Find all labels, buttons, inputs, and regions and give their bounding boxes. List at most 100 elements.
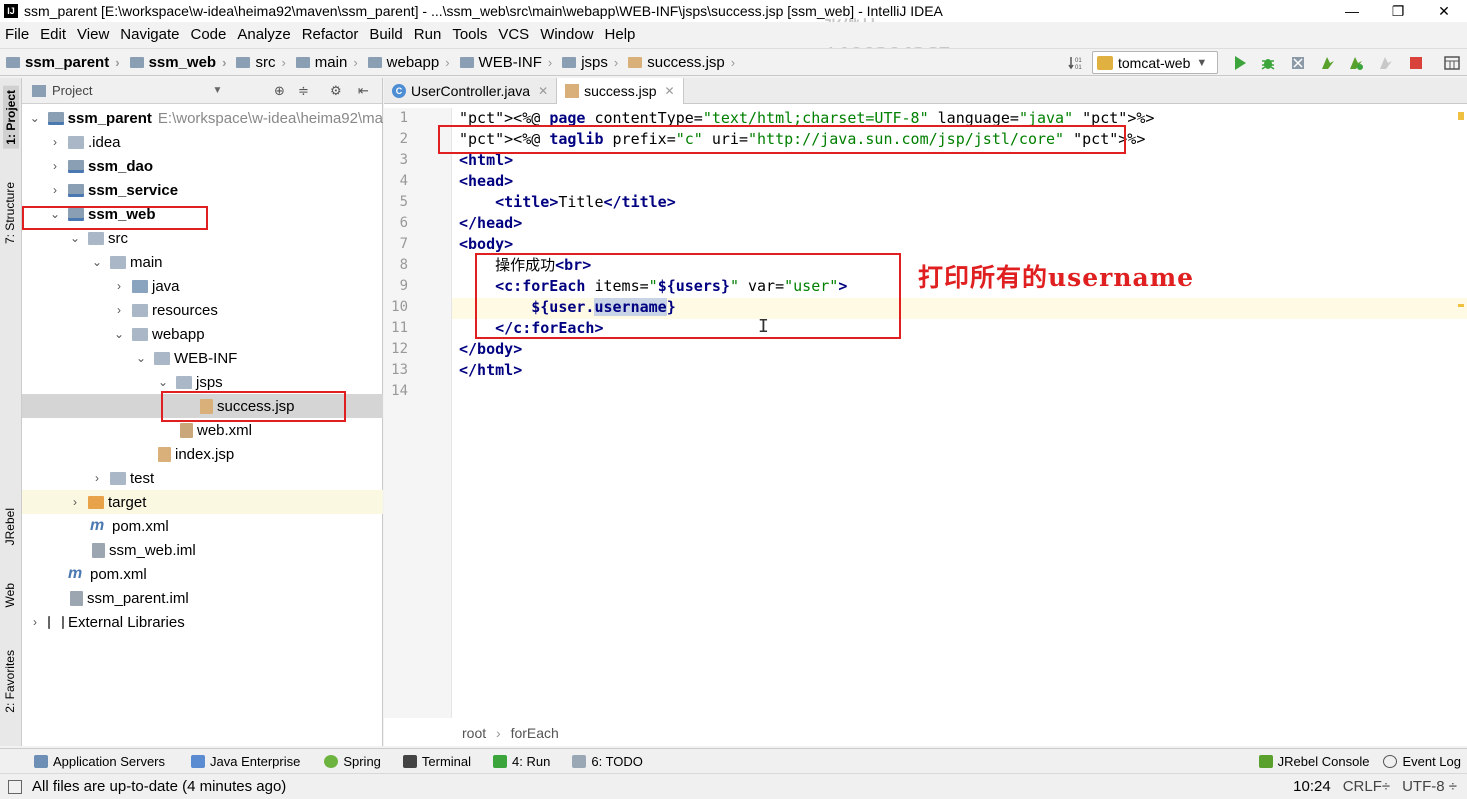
chevron-right-icon[interactable]: ›	[28, 615, 42, 629]
tree-item-resources[interactable]: › resources	[22, 298, 383, 322]
toggle-tool-windows-icon[interactable]	[8, 779, 22, 794]
gear-icon[interactable]: ⚙	[330, 83, 342, 99]
application-servers-button[interactable]: Application Servers	[34, 754, 165, 769]
tree-item-main[interactable]: ⌄ main	[22, 250, 383, 274]
chevron-down-icon[interactable]: ▼	[212, 85, 222, 96]
chevron-down-icon[interactable]: ⌄	[68, 231, 82, 245]
jrebel-tool-tab[interactable]: JRebel	[3, 508, 17, 545]
tree-item-target[interactable]: › target	[22, 490, 383, 514]
project-tool-tab[interactable]: 1: Project	[3, 86, 19, 149]
menu-window[interactable]: Window	[535, 26, 599, 43]
collapse-all-icon[interactable]: ≑	[298, 83, 309, 99]
menu-analyze[interactable]: Analyze	[232, 26, 296, 43]
jsp-file-icon	[158, 446, 171, 462]
warning-marker[interactable]	[1458, 304, 1464, 307]
project-panel-title[interactable]: Project	[52, 83, 92, 98]
module-icon	[68, 183, 84, 197]
debug-icon[interactable]	[1260, 55, 1276, 71]
menu-edit[interactable]: Edit	[35, 26, 72, 43]
chevron-down-icon[interactable]: ⌄	[90, 255, 104, 269]
run-configuration-select[interactable]: tomcat-web ▼	[1092, 51, 1218, 74]
maximize-button[interactable]: ❐	[1375, 0, 1421, 22]
file-encoding[interactable]: UTF-8 ÷	[1402, 778, 1457, 795]
menu-run[interactable]: Run	[409, 26, 448, 43]
tree-item-web-inf[interactable]: ⌄ WEB-INF	[22, 346, 383, 370]
jrebel-debug-icon[interactable]	[1348, 55, 1364, 71]
scroll-from-source-icon[interactable]: ⊕	[274, 83, 285, 99]
close-icon[interactable]: ✕	[664, 84, 674, 98]
tree-item-pom-xml[interactable]: m pom.xml	[22, 514, 383, 538]
chevron-down-icon[interactable]: ⌄	[134, 351, 148, 365]
chevron-right-icon[interactable]: ›	[90, 471, 104, 485]
coverage-icon[interactable]	[1290, 55, 1306, 71]
breadcrumb-web-inf[interactable]: WEB-INF ›	[454, 54, 557, 71]
tree-item-label: jsps	[196, 373, 223, 391]
chevron-down-icon[interactable]: ⌄	[28, 111, 42, 125]
menu-code[interactable]: Code	[185, 26, 232, 43]
breadcrumb-main[interactable]: main ›	[290, 54, 362, 71]
menu-help[interactable]: Help	[600, 26, 642, 43]
breadcrumb-webapp[interactable]: webapp ›	[362, 54, 454, 71]
tab-success-jsp[interactable]: success.jsp ✕	[557, 78, 684, 104]
tree-item-ssm-web-iml[interactable]: ssm_web.iml	[22, 538, 383, 562]
tree-item-ssm-parent[interactable]: ⌄ ssm_parent E:\workspace\w-idea\heima92\m…	[22, 106, 383, 130]
menu-refactor[interactable]: Refactor	[297, 26, 365, 43]
tree-item-ssm-dao[interactable]: › ssm_dao	[22, 154, 383, 178]
event-log-button[interactable]: Event Log	[1383, 754, 1461, 769]
hide-panel-icon[interactable]: ⇤	[358, 83, 369, 99]
jrebel-console-button[interactable]: JRebel Console	[1258, 754, 1369, 769]
favorites-tool-tab[interactable]: 2: Favorites	[3, 650, 17, 713]
minimize-button[interactable]: —	[1329, 0, 1375, 22]
breadcrumb-src[interactable]: src ›	[230, 54, 289, 71]
inspection-marker[interactable]	[1458, 112, 1464, 120]
tree-item-ssm-service[interactable]: › ssm_service	[22, 178, 383, 202]
chevron-down-icon[interactable]: ⌄	[112, 327, 126, 341]
tree-item-test[interactable]: › test	[22, 466, 383, 490]
structure-tool-tab[interactable]: 7: Structure	[3, 182, 17, 244]
chevron-right-icon[interactable]: ›	[48, 135, 62, 149]
chevron-right-icon[interactable]: ›	[68, 495, 82, 509]
menu-tools[interactable]: Tools	[447, 26, 493, 43]
menu-vcs[interactable]: VCS	[493, 26, 535, 43]
chevron-right-icon[interactable]: ›	[112, 279, 126, 293]
menu-navigate[interactable]: Navigate	[115, 26, 185, 43]
update-icon[interactable]	[1378, 55, 1394, 71]
tab-usercontroller-java[interactable]: C UserController.java ✕	[384, 78, 558, 104]
todo-button[interactable]: 6: TODO	[572, 754, 643, 769]
breadcrumb-root[interactable]: root	[462, 725, 486, 741]
tree-item-java[interactable]: › java	[22, 274, 383, 298]
breadcrumb-success-jsp[interactable]: success.jsp ›	[622, 54, 739, 71]
menu-view[interactable]: View	[72, 26, 115, 43]
stop-icon[interactable]	[1408, 55, 1424, 71]
close-icon[interactable]: ✕	[538, 84, 548, 98]
run-icon[interactable]	[1232, 55, 1248, 71]
close-window-button[interactable]: ✕	[1421, 0, 1467, 22]
java-enterprise-button[interactable]: Java Enterprise	[191, 754, 300, 769]
chevron-right-icon[interactable]: ›	[48, 159, 62, 173]
tree-item-webapp[interactable]: ⌄ webapp	[22, 322, 383, 346]
menu-build[interactable]: Build	[364, 26, 408, 43]
breadcrumb-ssm-web[interactable]: ssm_web ›	[124, 54, 231, 71]
breadcrumb-ssm-parent[interactable]: ssm_parent ›	[0, 54, 124, 71]
tree-item-idea[interactable]: › .idea	[22, 130, 383, 154]
jrebel-run-icon[interactable]	[1320, 55, 1336, 71]
tree-item-parent-pom-xml[interactable]: m pom.xml	[22, 562, 383, 586]
sort-icon[interactable]: 0101	[1068, 55, 1084, 71]
run-tool-button[interactable]: 4: Run	[493, 754, 550, 769]
tree-item-external-libraries[interactable]: › External Libraries	[22, 610, 383, 634]
caret-position[interactable]: 10:24	[1293, 778, 1331, 795]
web-tool-tab[interactable]: Web	[3, 583, 17, 607]
tree-item-ssm-parent-iml[interactable]: ssm_parent.iml	[22, 586, 383, 610]
intellij-icon: IJ	[4, 4, 18, 18]
project-structure-icon[interactable]	[1444, 55, 1460, 71]
line-separator[interactable]: CRLF÷	[1343, 778, 1390, 795]
chevron-down-icon[interactable]: ⌄	[156, 375, 170, 389]
tree-item-index-jsp[interactable]: index.jsp	[22, 442, 383, 466]
breadcrumb-jsps[interactable]: jsps ›	[556, 54, 622, 71]
chevron-right-icon[interactable]: ›	[48, 183, 62, 197]
menu-file[interactable]: File	[0, 26, 35, 43]
chevron-right-icon[interactable]: ›	[112, 303, 126, 317]
breadcrumb-foreach[interactable]: forEach	[511, 725, 559, 741]
spring-button[interactable]: Spring	[324, 754, 381, 769]
terminal-button[interactable]: Terminal	[402, 754, 471, 769]
